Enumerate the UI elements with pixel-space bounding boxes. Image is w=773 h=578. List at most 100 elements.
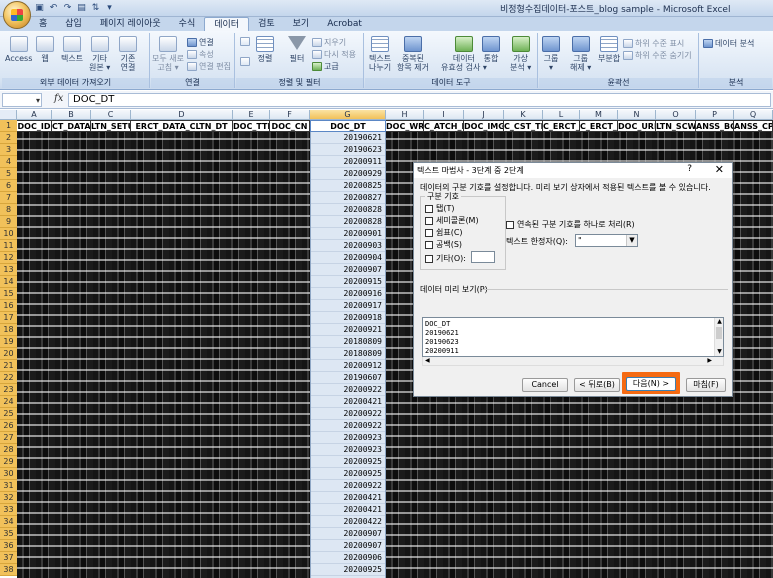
tab-acrobat[interactable]: Acrobat (318, 17, 371, 31)
scroll-left-icon[interactable]: ◀ (425, 357, 430, 365)
other-checkbox-box[interactable] (425, 254, 433, 263)
row-number[interactable]: 12 (0, 252, 17, 264)
access-button[interactable]: Access (5, 36, 32, 63)
data-analysis-button[interactable]: 데이터 분석 (703, 38, 754, 49)
doc-dt-cell[interactable]: 20200904 (311, 252, 385, 264)
print-preview-icon[interactable]: ▤ (76, 3, 87, 14)
office-button[interactable] (3, 1, 31, 29)
doc-dt-cell[interactable]: 20200828 (311, 204, 385, 216)
header-cell[interactable]: CT_DATA_ (52, 120, 91, 132)
doc-dt-cell[interactable]: 20200421 (311, 396, 385, 408)
doc-dt-cell[interactable]: 20200922 (311, 384, 385, 396)
other-sources-button[interactable]: 기타 원본 ▾ (89, 36, 110, 72)
data-validation-button[interactable]: 데이터 유효성 검사 ▾ (441, 36, 487, 72)
text-qualifier-select[interactable]: " ▼ (575, 234, 638, 247)
row-number[interactable]: 3 (0, 144, 17, 156)
header-cell[interactable]: DOC_ID (17, 120, 52, 132)
column-header-letter[interactable]: I (424, 110, 464, 120)
doc-dt-cell[interactable]: 20200921 (311, 324, 385, 336)
row-number[interactable]: 1 (0, 120, 17, 132)
clear-button[interactable]: 지우기 (312, 37, 346, 48)
doc-dt-cell[interactable]: 20180809 (311, 336, 385, 348)
header-cell[interactable]: ANSS_CPE (734, 120, 773, 132)
back-button[interactable]: < 뒤로(B) (574, 378, 620, 392)
row-number[interactable]: 14 (0, 276, 17, 288)
scroll-thumb[interactable] (716, 327, 722, 339)
text-button[interactable]: 텍스트 (61, 36, 83, 63)
tab-checkbox-box[interactable] (425, 204, 433, 213)
row-number[interactable]: 23 (0, 384, 17, 396)
row-number[interactable]: 5 (0, 168, 17, 180)
header-cell[interactable]: DOC_CN (270, 120, 310, 132)
reapply-button[interactable]: 다시 적용 (312, 49, 356, 60)
what-if-button[interactable]: 가상 분석 ▾ (510, 36, 531, 72)
doc-dt-cell[interactable]: 20200922 (311, 420, 385, 432)
row-number[interactable]: 24 (0, 396, 17, 408)
row-number[interactable]: 36 (0, 540, 17, 552)
doc-dt-cell[interactable]: 20190623 (311, 144, 385, 156)
doc-dt-cell[interactable]: 20200917 (311, 300, 385, 312)
row-number[interactable]: 6 (0, 180, 17, 192)
column-header-letter[interactable]: D (131, 110, 233, 120)
doc-dt-cell[interactable]: 20200922 (311, 408, 385, 420)
sort-asc-button[interactable] (240, 37, 250, 46)
tab-page-layout[interactable]: 페이지 레이아웃 (91, 17, 170, 31)
row-number[interactable]: 19 (0, 336, 17, 348)
tab-checkbox[interactable]: 탭(T) (425, 203, 455, 214)
redo-icon[interactable]: ↷ (62, 3, 73, 14)
customize-icon[interactable]: ▾ (104, 3, 115, 14)
doc-dt-cell[interactable]: 20200922 (311, 480, 385, 492)
fx-icon[interactable]: fx (54, 93, 63, 104)
row-number[interactable]: 32 (0, 492, 17, 504)
tab-insert[interactable]: 삽입 (56, 17, 91, 31)
doc-dt-cell[interactable]: 20200925 (311, 468, 385, 480)
undo-icon[interactable]: ↶ (48, 3, 59, 14)
text-to-columns-button[interactable]: 텍스트 나누기 (369, 36, 391, 72)
filter-button[interactable]: 필터 (288, 36, 306, 63)
row-number[interactable]: 37 (0, 552, 17, 564)
row-number[interactable]: 18 (0, 324, 17, 336)
formula-input[interactable]: DOC_DT (68, 93, 771, 107)
cancel-button[interactable]: Cancel (522, 378, 568, 392)
sort-icon[interactable]: ⇅ (90, 3, 101, 14)
ungroup-button[interactable]: 그룹 해제 ▾ (570, 36, 591, 72)
doc-dt-cell[interactable]: 20200421 (311, 492, 385, 504)
row-number[interactable]: 13 (0, 264, 17, 276)
doc-dt-cell[interactable]: 20200918 (311, 312, 385, 324)
help-icon[interactable]: ? (687, 164, 692, 174)
header-cell[interactable]: DOC_IMG (464, 120, 504, 132)
row-number[interactable]: 38 (0, 564, 17, 576)
row-number[interactable]: 29 (0, 456, 17, 468)
row-number[interactable]: 30 (0, 468, 17, 480)
next-button[interactable]: 다음(N) > (626, 377, 676, 391)
doc-dt-cell[interactable]: 20200915 (311, 276, 385, 288)
scroll-up-icon[interactable]: ▲ (715, 318, 724, 326)
name-box[interactable] (2, 93, 42, 107)
tab-view[interactable]: 보기 (284, 17, 319, 31)
row-number[interactable]: 35 (0, 528, 17, 540)
column-header-letter[interactable]: M (580, 110, 618, 120)
semicolon-checkbox[interactable]: 세미콜론(M) (425, 215, 479, 226)
row-number[interactable]: 33 (0, 504, 17, 516)
data-preview-box[interactable]: DOC_DT 20190621 20190623 20200911 ▲ ▼ (422, 317, 724, 357)
doc-dt-cell[interactable]: 20200901 (311, 228, 385, 240)
subtotal-button[interactable]: 부분합 (598, 36, 620, 63)
doc-dt-cell[interactable]: 20200907 (311, 528, 385, 540)
column-header-letter[interactable]: E (233, 110, 270, 120)
doc-dt-cell[interactable]: 20200923 (311, 444, 385, 456)
doc-dt-cell[interactable]: 20200827 (311, 192, 385, 204)
column-header-letter[interactable]: F (270, 110, 310, 120)
edit-links-button[interactable]: 연결 편집 (187, 61, 231, 72)
row-number[interactable]: 4 (0, 156, 17, 168)
row-number[interactable]: 8 (0, 204, 17, 216)
preview-horizontal-scrollbar[interactable]: ◀ ▶ (422, 357, 724, 366)
row-number[interactable]: 17 (0, 312, 17, 324)
row-number[interactable]: 15 (0, 288, 17, 300)
tab-data[interactable]: 데이터 (204, 17, 250, 31)
group-button[interactable]: 그룹 ▾ (542, 36, 560, 72)
doc-dt-cell[interactable]: 20200903 (311, 240, 385, 252)
row-number[interactable]: 10 (0, 228, 17, 240)
close-icon[interactable]: ✕ (715, 163, 724, 177)
save-icon[interactable]: ▣ (34, 3, 45, 14)
doc-dt-cell[interactable]: 20200912 (311, 360, 385, 372)
